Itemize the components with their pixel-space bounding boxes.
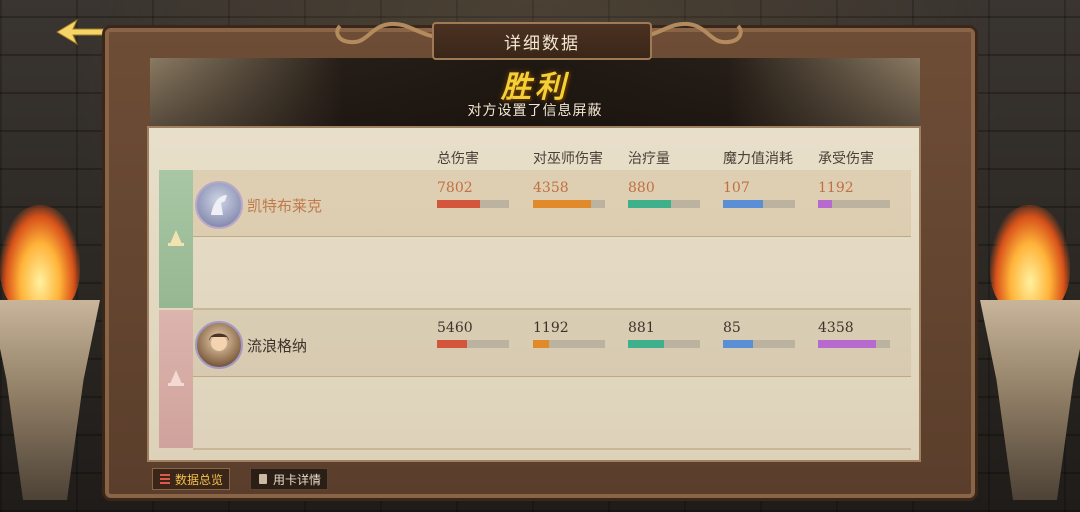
- bottom-tab-bar: 数据总览 用卡详情: [152, 468, 329, 490]
- stat-healing: 880: [628, 180, 704, 208]
- stat-bar-fill: [723, 200, 763, 208]
- stat-healing: 881: [628, 320, 704, 348]
- stat-damage-taken: 1192: [818, 180, 894, 208]
- col-wizard-damage: 对巫师伤害: [533, 151, 603, 167]
- stat-wizard-damage: 1192: [533, 320, 609, 348]
- col-total-damage: 总伤害: [437, 151, 479, 167]
- player-row-ally[interactable]: 凯特布莱克 7802 4358 880 107 1192: [159, 170, 911, 310]
- wizard-portrait-avatar-icon: [209, 333, 229, 351]
- tab-card-details[interactable]: 用卡详情: [250, 468, 329, 490]
- card-icon: [259, 474, 268, 484]
- stat-bar-fill: [628, 200, 672, 208]
- stat-bar-fill: [437, 200, 481, 208]
- wizard-hat-icon: [168, 370, 184, 386]
- player-name: 凯特布莱克: [247, 197, 323, 215]
- player-row-enemy[interactable]: 流浪格纳 5460 1192 881 85 4358: [159, 310, 911, 450]
- stat-bar-fill: [437, 340, 468, 348]
- stats-panel: 总伤害 对巫师伤害 治疗量 魔力值消耗 承受伤害 凯特布莱克 7802 4358: [147, 126, 921, 462]
- info-shield-notice: 对方设置了信息屏蔽: [467, 103, 603, 119]
- team-side-ally: [159, 170, 193, 308]
- list-icon: [160, 474, 170, 484]
- torch-flame-icon: [990, 205, 1070, 315]
- stat-bar-fill: [818, 200, 833, 208]
- stat-damage-taken: 4358: [818, 320, 894, 348]
- stat-bar-fill: [818, 340, 876, 348]
- result-banner: 胜利 对方设置了信息屏蔽: [150, 58, 920, 126]
- col-mana-cost: 魔力值消耗: [723, 151, 793, 167]
- wizard-hat-icon: [168, 230, 184, 246]
- stat-total-damage: 7802: [437, 180, 513, 208]
- back-arrow-icon: [56, 18, 108, 46]
- tab-label: 数据总览: [175, 472, 224, 487]
- player-name: 流浪格纳: [247, 337, 308, 355]
- team-side-enemy: [159, 310, 193, 448]
- stat-total-damage: 5460: [437, 320, 513, 348]
- stat-mana-cost: 85: [723, 320, 799, 348]
- stat-bar-fill: [533, 340, 549, 348]
- page-title: 详细数据: [432, 22, 652, 60]
- column-headers: 总伤害 对巫师伤害 治疗量 魔力值消耗 承受伤害: [149, 148, 919, 170]
- right-torch: [980, 205, 1080, 505]
- back-button[interactable]: [52, 14, 112, 50]
- col-damage-taken: 承受伤害: [818, 151, 874, 167]
- stat-mana-cost: 107: [723, 180, 799, 208]
- col-healing: 治疗量: [628, 151, 670, 167]
- stat-bar-fill: [628, 340, 664, 348]
- tab-label: 用卡详情: [273, 472, 322, 487]
- left-torch: [0, 205, 100, 505]
- tab-data-overview[interactable]: 数据总览: [152, 468, 231, 490]
- stat-bar-fill: [723, 340, 754, 348]
- torch-flame-icon: [0, 205, 80, 315]
- stat-wizard-damage: 4358: [533, 180, 609, 208]
- avatar: [195, 321, 243, 369]
- avatar: [195, 181, 243, 229]
- white-horse-avatar-icon: [211, 195, 227, 215]
- stat-bar-fill: [533, 200, 591, 208]
